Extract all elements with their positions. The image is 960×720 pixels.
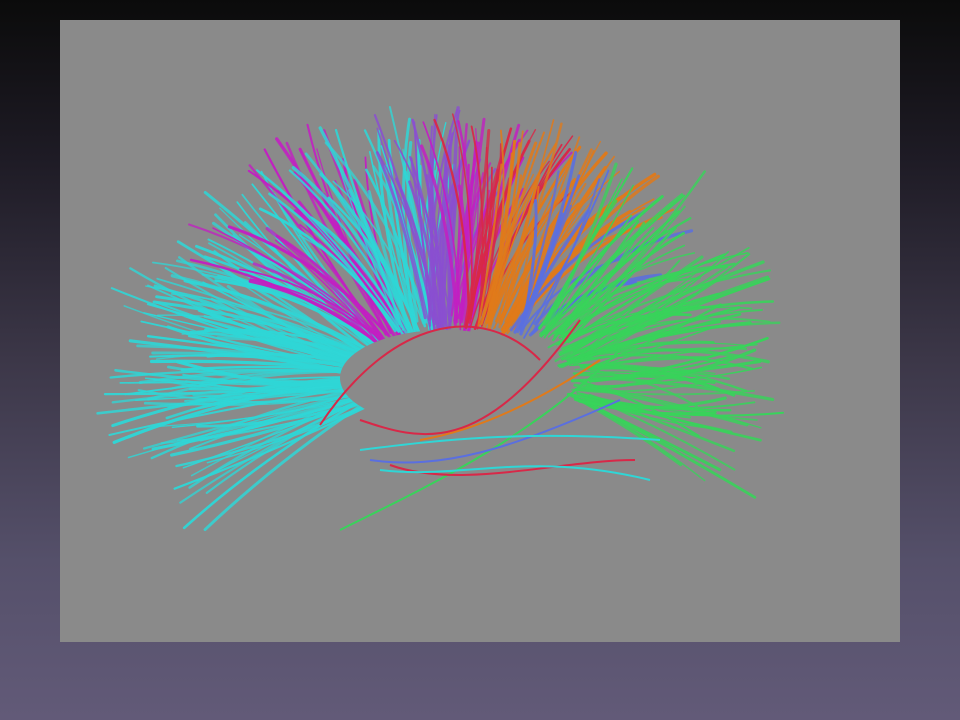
arch-opening	[340, 330, 550, 426]
fiber-bundles	[96, 105, 784, 532]
fiber-tract-image	[96, 105, 784, 532]
presentation-slide	[0, 0, 960, 720]
tractography-figure	[60, 20, 900, 642]
